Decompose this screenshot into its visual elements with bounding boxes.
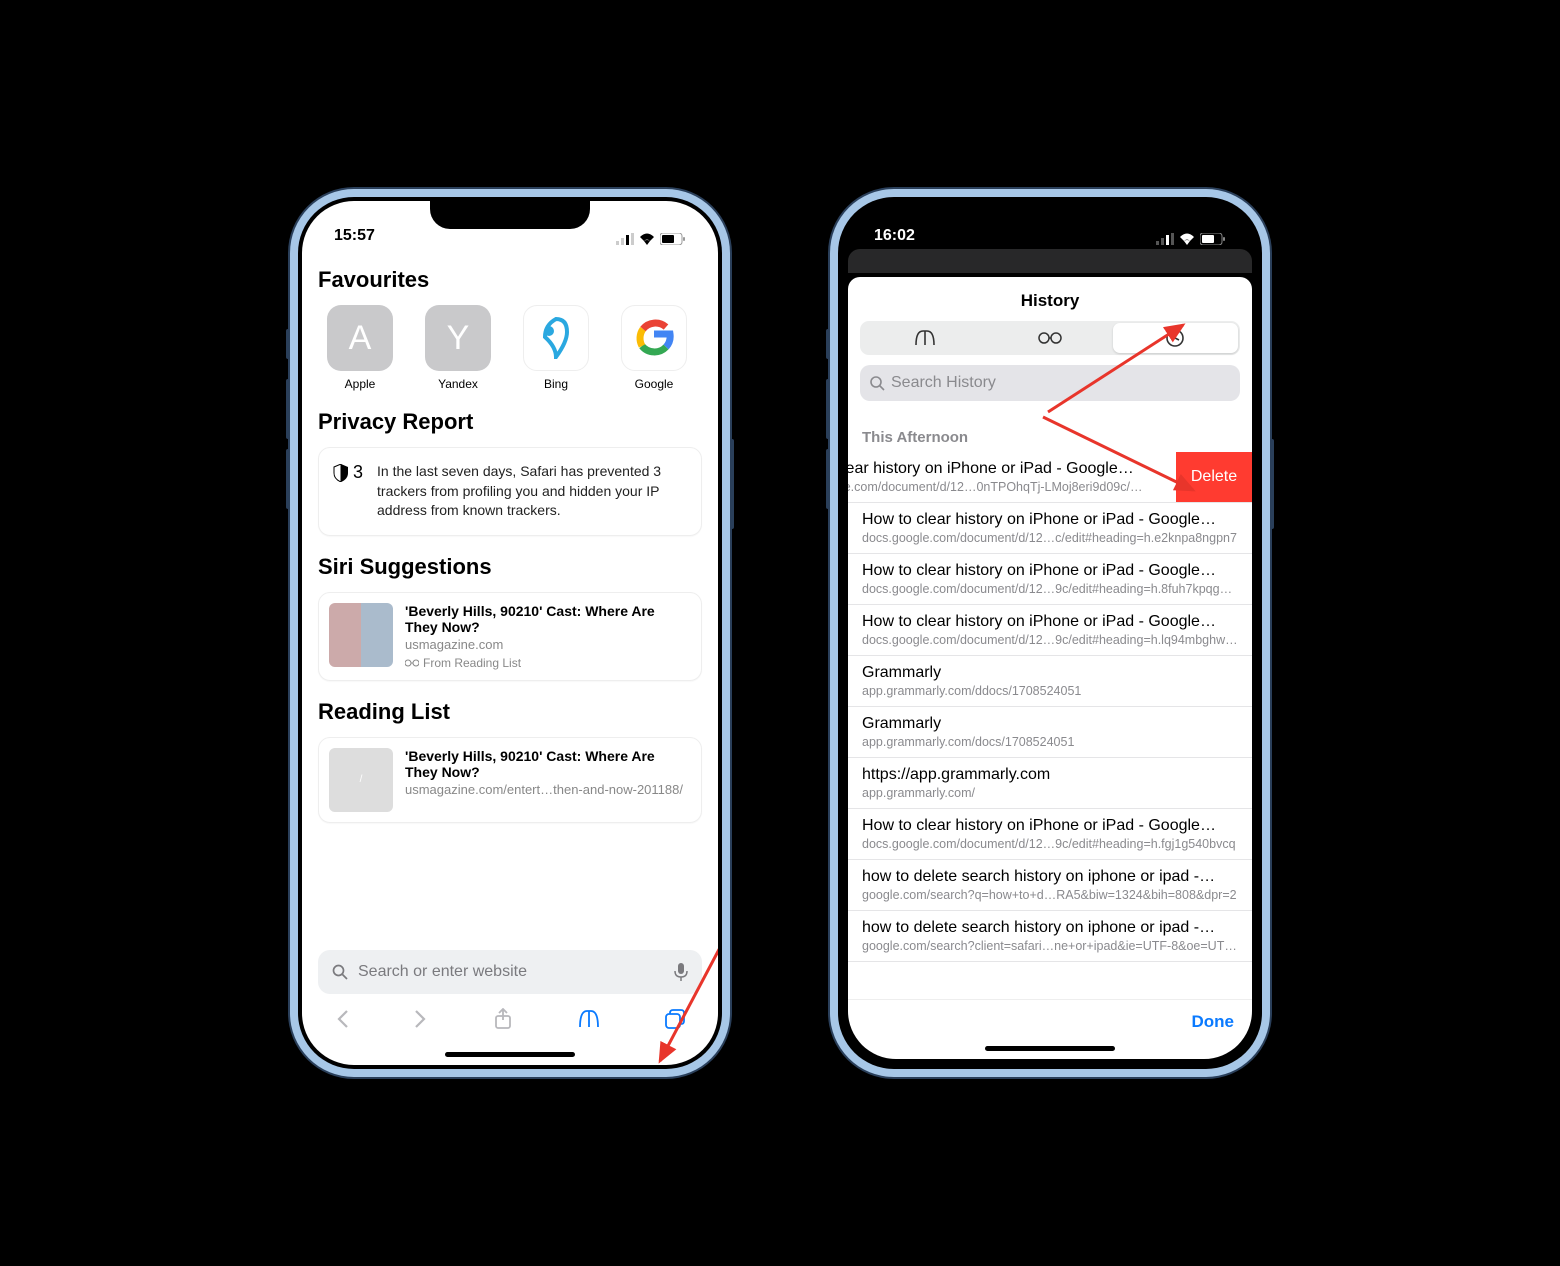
- history-title: Grammarly: [862, 715, 1238, 733]
- signal-icon: [616, 233, 634, 245]
- back-button[interactable]: [335, 1009, 349, 1034]
- favourite-item[interactable]: YYandex: [416, 305, 500, 391]
- history-title: clear history on iPhone or iPad - Google…: [848, 460, 1148, 478]
- history-url: app.grammarly.com/docs/1708524051: [862, 735, 1238, 749]
- status-time: 16:02: [874, 227, 915, 245]
- share-button[interactable]: [494, 1008, 512, 1035]
- done-button[interactable]: Done: [1192, 1012, 1235, 1032]
- history-url: docs.google.com/document/d/12…9c/edit#he…: [862, 582, 1238, 596]
- history-title: how to delete search history on iphone o…: [862, 919, 1238, 937]
- history-row[interactable]: Grammarly app.grammarly.com/docs/1708524…: [848, 707, 1252, 758]
- history-url: google.com/search?client=safari…ne+or+ip…: [862, 939, 1238, 953]
- history-url: app.grammarly.com/ddocs/1708524051: [862, 684, 1238, 698]
- battery-icon: [1200, 233, 1226, 245]
- phone-right: 16:02 History: [830, 189, 1270, 1077]
- favourite-label: Google: [612, 377, 696, 391]
- search-placeholder: Search History: [891, 374, 996, 392]
- book-icon: [914, 329, 936, 347]
- reading-url: usmagazine.com/entert…then-and-now-20118…: [405, 782, 691, 797]
- siri-meta: From Reading List: [405, 656, 691, 670]
- segmented-control: [860, 321, 1240, 355]
- toolbar: [302, 1000, 718, 1048]
- wifi-icon: [639, 233, 655, 245]
- search-history-input[interactable]: Search History: [860, 365, 1240, 401]
- url-placeholder: Search or enter website: [358, 963, 527, 981]
- home-indicator[interactable]: [445, 1052, 575, 1057]
- battery-icon: [660, 233, 686, 245]
- history-title: How to clear history on iPhone or iPad -…: [862, 613, 1238, 631]
- modal-footer: Done: [848, 999, 1252, 1042]
- favourite-label: Bing: [514, 377, 598, 391]
- url-bar[interactable]: Search or enter website: [318, 950, 702, 994]
- favourites-heading: Favourites: [318, 267, 702, 293]
- clock-icon: [1166, 329, 1184, 347]
- status-time: 15:57: [334, 227, 375, 245]
- history-title: Grammarly: [862, 664, 1238, 682]
- siri-card[interactable]: 'Beverly Hills, 90210' Cast: Where Are T…: [318, 592, 702, 681]
- favourite-item[interactable]: AApple: [318, 305, 402, 391]
- history-row[interactable]: How to clear history on iPhone or iPad -…: [848, 605, 1252, 656]
- privacy-card[interactable]: 3 In the last seven days, Safari has pre…: [318, 447, 702, 536]
- shield-icon: 3: [333, 462, 363, 483]
- history-row[interactable]: How to clear history on iPhone or iPad -…: [848, 554, 1252, 605]
- glasses-icon: [405, 659, 419, 667]
- wifi-icon: [1179, 233, 1195, 245]
- reading-title: 'Beverly Hills, 90210' Cast: Where Are T…: [405, 748, 691, 780]
- tabs-button[interactable]: [665, 1009, 685, 1034]
- status-icons: [616, 233, 686, 245]
- history-title: how to delete search history on iphone o…: [862, 868, 1238, 886]
- history-url: app.grammarly.com/: [862, 786, 1238, 800]
- favourite-item[interactable]: Bing: [514, 305, 598, 391]
- favourite-label: Apple: [318, 377, 402, 391]
- delete-button[interactable]: Delete: [1176, 452, 1252, 502]
- modal-title: History: [848, 277, 1252, 321]
- history-row[interactable]: how to delete search history on iphone o…: [848, 860, 1252, 911]
- history-row[interactable]: https://app.grammarly.com app.grammarly.…: [848, 758, 1252, 809]
- reading-thumbnail: /: [329, 748, 393, 812]
- favourite-label: Yandex: [416, 377, 500, 391]
- search-icon: [332, 964, 348, 980]
- history-url: docs.google.com/document/d/12…c/edit#hea…: [862, 531, 1238, 545]
- history-url: docs.google.com/document/d/12…9c/edit#he…: [862, 837, 1238, 851]
- history-title: How to clear history on iPhone or iPad -…: [862, 817, 1238, 835]
- history-title: https://app.grammarly.com: [862, 766, 1238, 784]
- siri-heading: Siri Suggestions: [318, 554, 702, 580]
- status-icons: [1156, 233, 1226, 245]
- history-url: google.com/search?q=how+to+d…RA5&biw=132…: [862, 888, 1238, 902]
- privacy-text: In the last seven days, Safari has preve…: [377, 462, 687, 521]
- favourite-item[interactable]: Google: [612, 305, 696, 391]
- siri-domain: usmagazine.com: [405, 637, 691, 652]
- history-url: gle.com/document/d/12…0nTPOhqTj-LMoj8eri…: [848, 480, 1148, 494]
- home-indicator[interactable]: [985, 1046, 1115, 1051]
- history-row[interactable]: How to clear history on iPhone or iPad -…: [848, 503, 1252, 554]
- history-modal: History Search History This Af: [848, 277, 1252, 1059]
- history-row[interactable]: Grammarly app.grammarly.com/ddocs/170852…: [848, 656, 1252, 707]
- group-label: This Afternoon: [848, 409, 1252, 452]
- history-title: How to clear history on iPhone or iPad -…: [862, 511, 1238, 529]
- forward-button[interactable]: [414, 1009, 428, 1034]
- history-row[interactable]: how to delete search history on iphone o…: [848, 911, 1252, 962]
- tracker-count: 3: [353, 462, 363, 483]
- search-icon: [870, 376, 885, 391]
- reading-card[interactable]: / 'Beverly Hills, 90210' Cast: Where Are…: [318, 737, 702, 823]
- seg-reading-list[interactable]: [987, 323, 1112, 353]
- seg-bookmarks[interactable]: [862, 323, 987, 353]
- signal-icon: [1156, 233, 1174, 245]
- glasses-icon: [1038, 332, 1062, 344]
- history-row[interactable]: clear history on iPhone or iPad - Google…: [848, 452, 1252, 503]
- phone-left: 15:57 Favourites AAppleYYandex Bing Google…: [290, 189, 730, 1077]
- siri-thumbnail: [329, 603, 393, 667]
- history-row[interactable]: How to clear history on iPhone or iPad -…: [848, 809, 1252, 860]
- bookmarks-button[interactable]: [578, 1009, 600, 1034]
- history-list[interactable]: clear history on iPhone or iPad - Google…: [848, 452, 1252, 999]
- siri-title: 'Beverly Hills, 90210' Cast: Where Are T…: [405, 603, 691, 635]
- history-title: How to clear history on iPhone or iPad -…: [862, 562, 1238, 580]
- history-url: docs.google.com/document/d/12…9c/edit#he…: [862, 633, 1238, 647]
- mic-icon[interactable]: [674, 963, 688, 981]
- seg-history[interactable]: [1113, 323, 1238, 353]
- favourites-row: AAppleYYandex Bing Google: [318, 305, 702, 391]
- reading-heading: Reading List: [318, 699, 702, 725]
- privacy-heading: Privacy Report: [318, 409, 702, 435]
